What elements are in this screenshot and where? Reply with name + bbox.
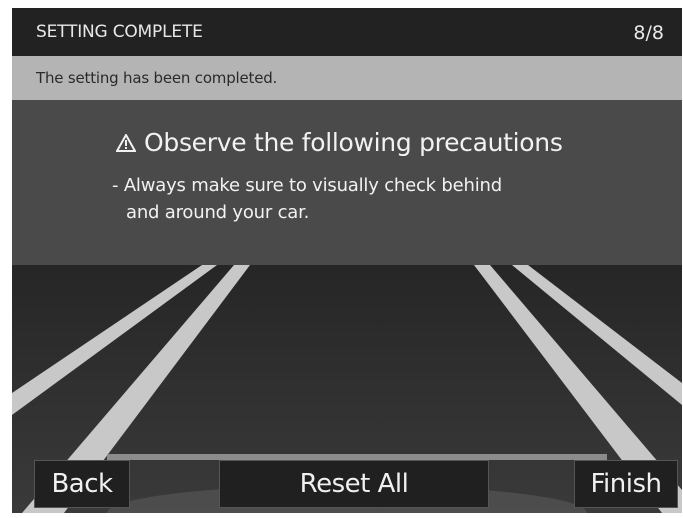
precaution-body-line-2: and around your car. xyxy=(126,202,310,223)
precaution-heading: Observe the following precautions xyxy=(116,128,563,157)
page-counter: 8/8 xyxy=(633,22,664,44)
camera-setup-screen: SETTING COMPLETE 8/8 The setting has bee… xyxy=(12,8,682,513)
finish-button[interactable]: Finish xyxy=(574,460,678,508)
warning-triangle-icon xyxy=(116,134,136,152)
reset-all-button[interactable]: Reset All xyxy=(219,460,489,508)
status-bar: The setting has been completed. xyxy=(12,56,682,100)
precaution-body: - Always make sure to visually check beh… xyxy=(112,172,612,226)
screen-title: SETTING COMPLETE xyxy=(36,22,203,42)
precaution-body-line-1: - Always make sure to visually check beh… xyxy=(112,175,502,196)
back-button[interactable]: Back xyxy=(34,460,130,508)
precaution-panel: Observe the following precautions - Alwa… xyxy=(12,100,682,265)
precaution-heading-text: Observe the following precautions xyxy=(144,128,563,157)
status-message: The setting has been completed. xyxy=(36,69,278,87)
title-bar: SETTING COMPLETE 8/8 xyxy=(12,8,682,56)
